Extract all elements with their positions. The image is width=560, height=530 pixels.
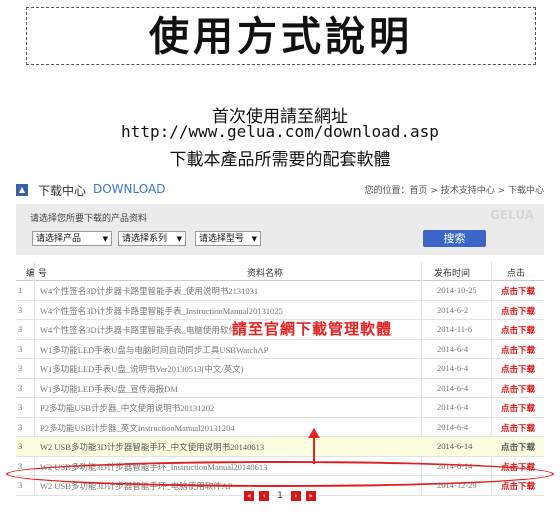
row-name[interactable]: P2多功能USB计步器_中文使用说明书20131202 — [40, 402, 214, 414]
row-date: 2014-6-4 — [437, 382, 469, 393]
annotation-text: 請至官網下載管理軟體 — [232, 320, 393, 338]
chevron-down-icon: ▼ — [251, 235, 257, 243]
row-number: 3 — [18, 382, 23, 393]
watermark-logo: GELUA — [490, 208, 534, 222]
table-row: 3 W1多功能LED手表U盘与电脑时间自动同步工具USBWatchAP 2014-6… — [16, 340, 544, 359]
row-name[interactable]: W1多功能LED手表U盘_说明书Ver20130513(中文/英文) — [40, 363, 244, 375]
product-select[interactable]: 请选择产品 ▼ — [32, 231, 112, 246]
table-row: 3 W1多功能LED手表U盘_说明书Ver20130513(中文/英文) 2014-… — [16, 359, 544, 379]
highlight-ellipse — [6, 461, 554, 487]
last-page-button[interactable]: » — [305, 491, 316, 501]
download-link[interactable]: 点击下载 — [501, 324, 535, 336]
row-date: 2014-6-2 — [437, 304, 469, 315]
title-banner: 使用方式說明 — [26, 7, 536, 65]
row-date: 2014-6-4 — [437, 343, 469, 354]
first-page-button[interactable]: « — [244, 491, 255, 501]
search-button[interactable]: 搜索 — [423, 230, 486, 247]
col-header-name: 资料名称 — [247, 269, 284, 279]
row-name[interactable]: W4个性签名3D计步器卡路里智能手表_InstructionManual2013… — [40, 305, 283, 317]
table-row: 3 P2多功能USB计步器_中文使用说明书20131202 2014-6-4 点击下载 — [16, 398, 544, 418]
row-name[interactable]: W4个性签名3D计步器卡路里智能手表_使用说明书2131031 — [40, 285, 258, 297]
download-link[interactable]: 点击下载 — [501, 402, 535, 414]
download-center-header: ▲ 下载中心 DOWNLOAD 您的位置：首页 > 技术支持中心 > 下载中心 — [16, 181, 544, 201]
series-select-value: 请选择系列 — [122, 234, 168, 244]
download-link[interactable]: 点击下载 — [501, 344, 535, 356]
row-number: 3 — [18, 480, 23, 490]
download-center-title: 下载中心 — [38, 184, 87, 198]
model-select-value: 请选择型号 — [199, 234, 245, 244]
col-header-date: 发布时间 — [434, 269, 471, 279]
table-row: 1 W4个性签名3D计步器卡路里智能手表_使用说明书2131031 2014-10-… — [16, 281, 544, 301]
row-name[interactable]: W1多功能LED手表U盘与电脑时间自动同步工具USBWatchAP — [40, 344, 268, 356]
filter-panel: 请选择您所要下载的产品资料 请选择产品 ▼ 请选择系列 ▼ 请选择型号 ▼ 搜索… — [16, 204, 544, 255]
row-name[interactable]: W2 USB多功能3D计步器智能手环_中文使用说明书20140613 — [40, 441, 264, 453]
download-center-title-en: DOWNLOAD — [93, 182, 166, 196]
row-number: 3 — [18, 304, 23, 315]
row-number: 3 — [18, 324, 23, 334]
chevron-down-icon: ▼ — [102, 235, 108, 243]
row-number: 3 — [18, 421, 23, 432]
row-number: 3 — [18, 343, 23, 354]
pagination: « ‹ 1 › » — [0, 491, 560, 502]
col-header-action: 点击 — [507, 269, 526, 279]
table-row: 3 W2 USB多功能3D计步器智能手环_中文使用说明书20140613 2014-… — [16, 437, 544, 457]
download-link[interactable]: 点击下载 — [501, 363, 535, 375]
page-number[interactable]: 1 — [277, 491, 283, 501]
page-title: 使用方式說明 — [149, 14, 413, 60]
col-header-number: 编 号 — [26, 269, 47, 279]
table-header: 编 号 资料名称 发布时间 点击 — [16, 262, 544, 281]
row-date: 2014-6-4 — [437, 402, 469, 412]
prev-page-button[interactable]: ‹ — [259, 491, 270, 501]
row-number: 3 — [18, 402, 23, 412]
download-link[interactable]: 点击下载 — [501, 422, 535, 434]
row-date: 2014-6-14 — [437, 441, 473, 451]
table-row: 3 P2多功能USB计步器_英文InstructionManual20131204… — [16, 418, 544, 437]
row-date: 2014-6-4 — [437, 421, 469, 432]
download-link[interactable]: 点击下载 — [501, 383, 535, 395]
series-select[interactable]: 请选择系列 ▼ — [118, 231, 186, 246]
triangle-icon: ▲ — [16, 184, 28, 196]
filter-label: 请选择您所要下载的产品资料 — [30, 214, 148, 224]
chevron-down-icon: ▼ — [176, 235, 182, 243]
row-number: 3 — [18, 363, 23, 373]
download-url: http://www.gelua.com/download.asp — [121, 122, 439, 141]
breadcrumb[interactable]: 您的位置：首页 > 技术支持中心 > 下载中心 — [364, 183, 544, 196]
model-select[interactable]: 请选择型号 ▼ — [195, 231, 261, 246]
row-name[interactable]: W4个性签名3D计步器卡路里智能手表_电脑使用软件 — [40, 324, 237, 336]
intro-line-3: 下載本產品所需要的配套軟體 — [169, 150, 391, 170]
row-date: 2014-6-4 — [437, 363, 469, 373]
row-name[interactable]: W1多功能LED手表U盘_宣传海报DM — [40, 383, 178, 395]
row-date: 2014-11-6 — [437, 324, 473, 334]
download-link[interactable]: 点击下载 — [501, 441, 535, 453]
download-link[interactable]: 点击下载 — [501, 285, 535, 297]
annotation-arrow — [313, 436, 315, 464]
row-number: 3 — [18, 441, 23, 451]
table-row: 3 W1多功能LED手表U盘_宣传海报DM 2014-6-4 点击下载 — [16, 379, 544, 398]
row-number: 1 — [18, 285, 23, 295]
row-date: 2014-10-25 — [437, 285, 477, 295]
row-name[interactable]: P2多功能USB计步器_英文InstructionManual20131204 — [40, 422, 235, 434]
product-select-value: 请选择产品 — [36, 234, 82, 244]
next-page-button[interactable]: › — [290, 491, 301, 501]
download-link[interactable]: 点击下载 — [501, 305, 535, 317]
